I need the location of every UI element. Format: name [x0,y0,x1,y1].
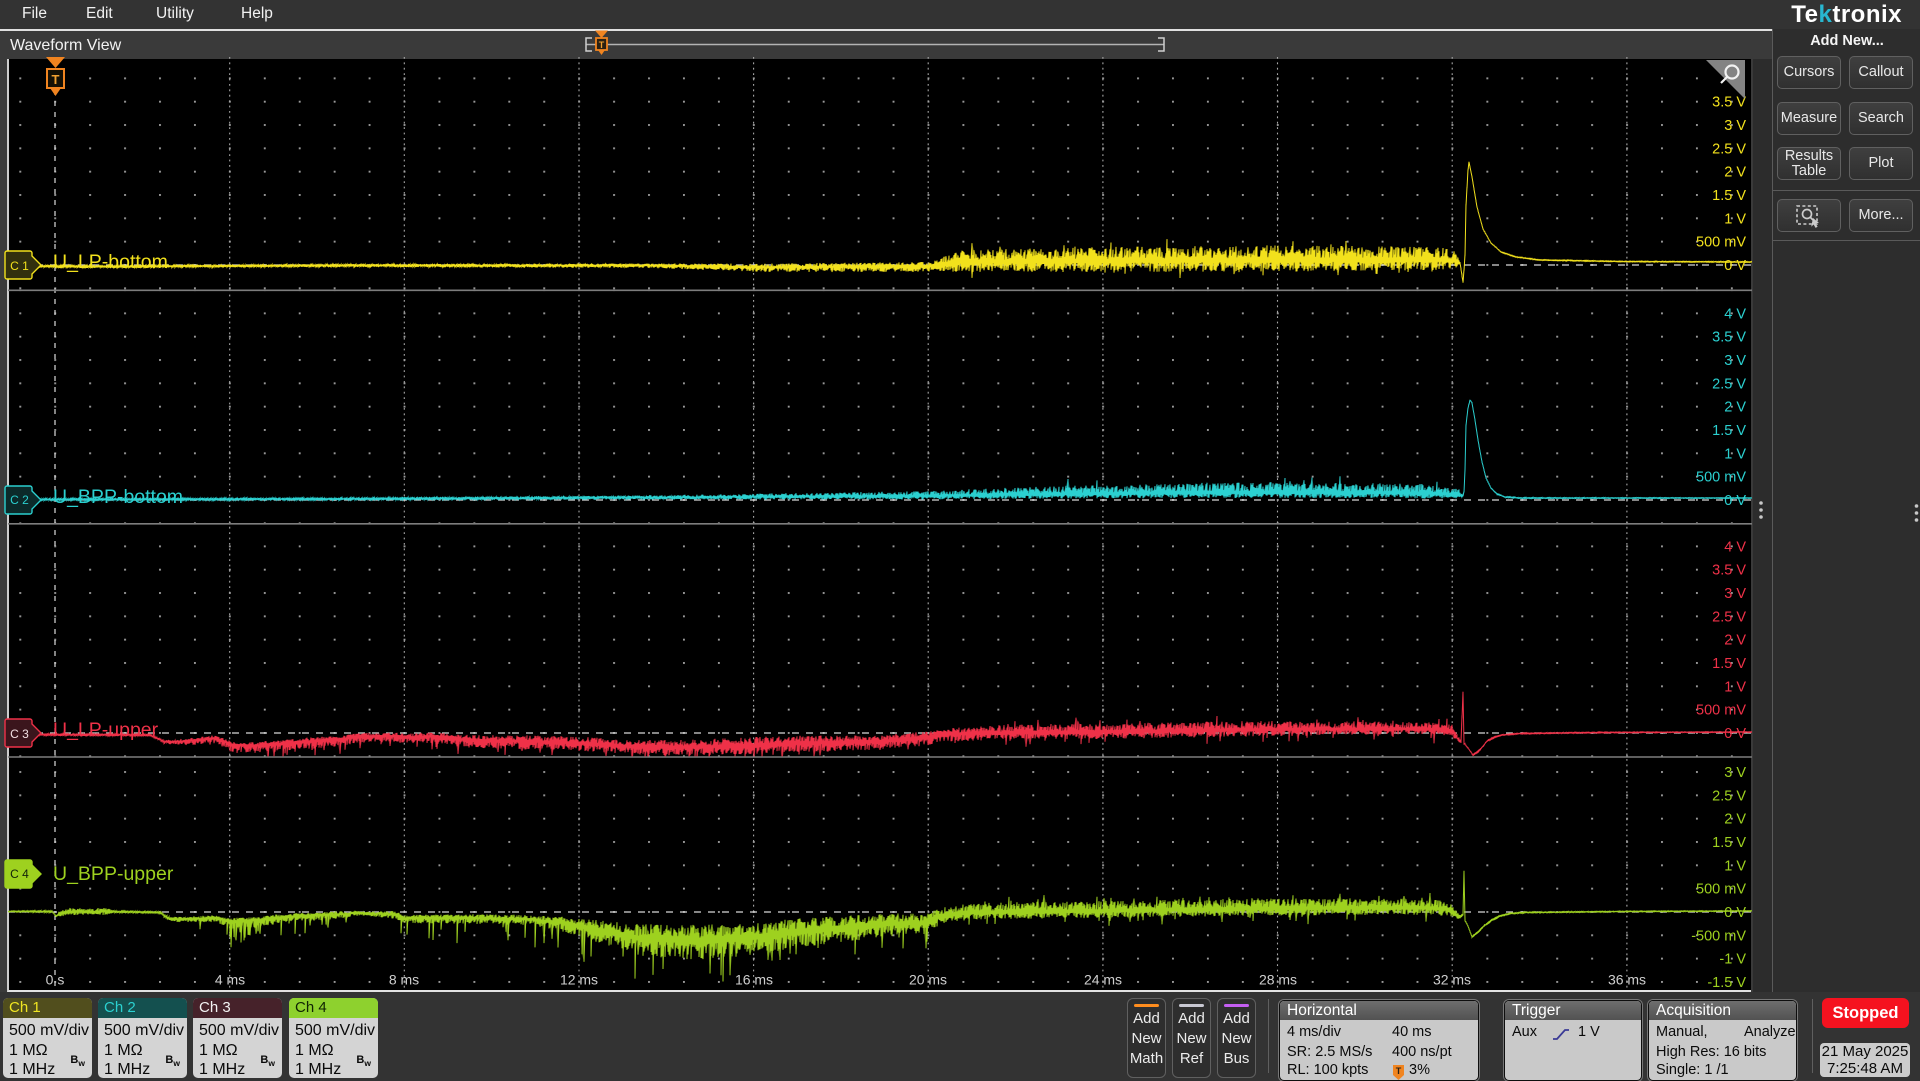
svg-text:T: T [1396,1066,1402,1076]
